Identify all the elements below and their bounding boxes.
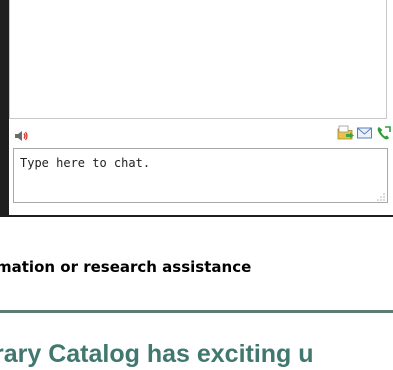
catalog-headline[interactable]: rary Catalog has exciting u bbox=[0, 339, 393, 369]
page: mation or research assistance rary Catal… bbox=[0, 0, 393, 370]
chat-toolbar bbox=[9, 122, 393, 144]
call-icon[interactable] bbox=[375, 125, 393, 141]
chat-transcript[interactable] bbox=[9, 0, 387, 119]
resize-grip-icon[interactable] bbox=[374, 188, 386, 201]
section-divider bbox=[0, 310, 393, 313]
research-assistance-text: mation or research assistance bbox=[0, 258, 252, 276]
email-transcript-icon[interactable] bbox=[356, 125, 374, 141]
chat-widget bbox=[0, 0, 393, 217]
speaker-volume-icon[interactable] bbox=[15, 127, 29, 141]
chat-message-input[interactable] bbox=[13, 148, 388, 203]
chat-actions bbox=[337, 125, 393, 141]
send-file-icon[interactable] bbox=[337, 125, 355, 141]
